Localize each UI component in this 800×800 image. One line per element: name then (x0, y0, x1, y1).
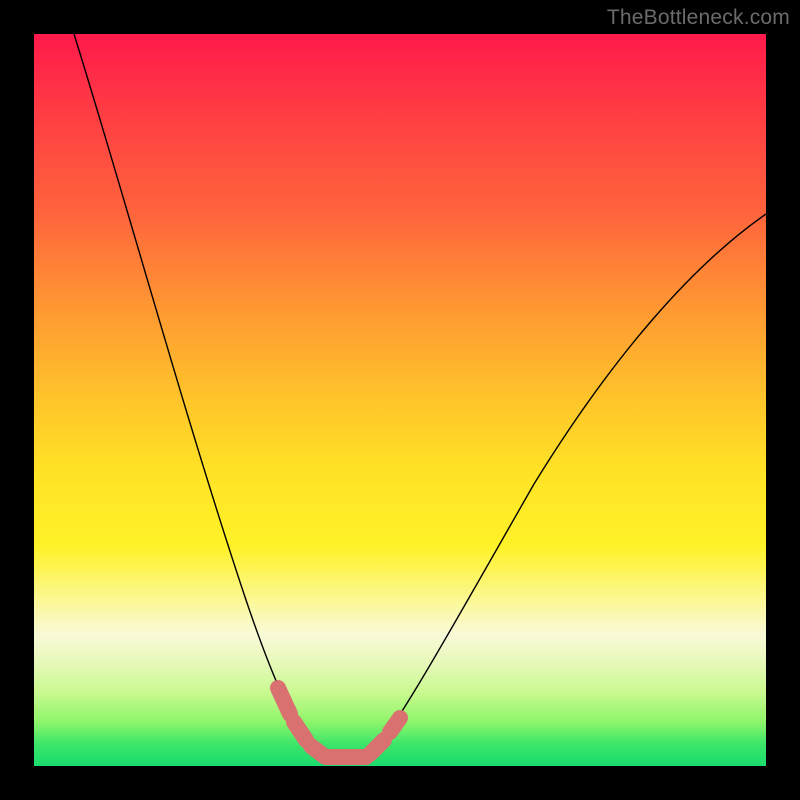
plot-area (34, 34, 766, 766)
watermark-text: TheBottleneck.com (607, 6, 790, 30)
curve-left-arm (74, 34, 314, 752)
optimal-marker-left (278, 688, 324, 756)
chart-frame: TheBottleneck.com (0, 0, 800, 800)
curve-right-arm (374, 214, 766, 752)
chart-svg (34, 34, 766, 766)
optimal-marker-right (370, 718, 400, 754)
